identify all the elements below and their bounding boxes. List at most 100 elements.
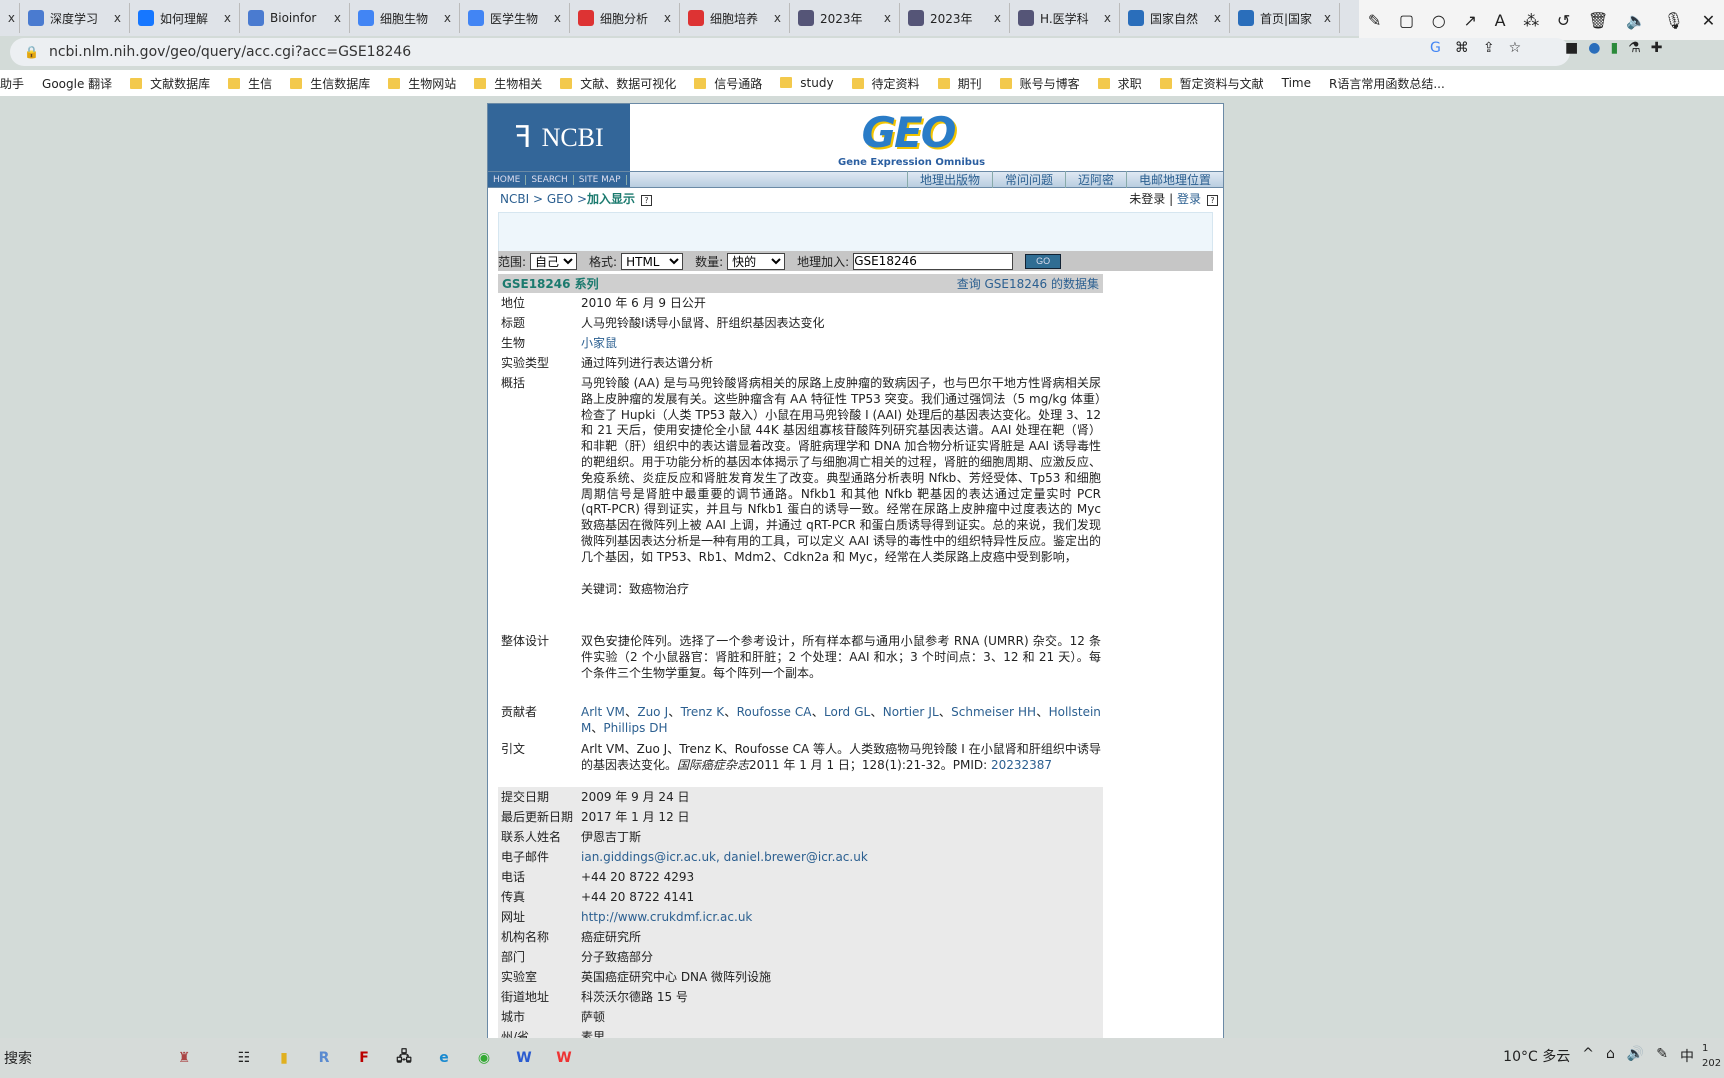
- organism-link[interactable]: 小家鼠: [581, 336, 1103, 352]
- amount-select[interactable]: 快的: [727, 252, 786, 270]
- format-select[interactable]: HTML: [621, 252, 684, 270]
- close-icon[interactable]: x: [774, 11, 781, 25]
- dataset-link[interactable]: 查询 GSE18246 的数据集: [957, 275, 1099, 292]
- contributor-link[interactable]: Trenz K: [681, 705, 724, 719]
- bookmark-item[interactable]: 生物相关: [474, 75, 542, 92]
- trash-icon[interactable]: 🗑: [1588, 11, 1608, 30]
- contributor-link[interactable]: Schmeiser HH: [951, 705, 1036, 719]
- close-icon[interactable]: x: [224, 11, 231, 25]
- close-icon[interactable]: x: [334, 11, 341, 25]
- url-text[interactable]: ncbi.nlm.nih.gov/geo/query/acc.cgi?acc=G…: [49, 44, 411, 60]
- ncbi-logo[interactable]: ꟻ NCBI: [488, 104, 630, 171]
- share-icon[interactable]: ⇪: [1483, 40, 1495, 56]
- tab[interactable]: 2023年 x: [790, 3, 900, 33]
- puzzle-icon[interactable]: ✚: [1651, 40, 1663, 56]
- tab[interactable]: 国家自然 x: [1120, 3, 1230, 33]
- translate-icon[interactable]: ⌘: [1455, 40, 1469, 56]
- edge-icon[interactable]: e: [424, 1038, 464, 1078]
- contributor-link[interactable]: Zuo J: [637, 705, 668, 719]
- bookmark-item[interactable]: R语言常用函数总结...: [1329, 75, 1445, 92]
- tab[interactable]: 如何理解 x: [130, 3, 240, 33]
- network-icon[interactable]: ⌂: [1606, 1046, 1615, 1066]
- circle-icon[interactable]: ○: [1432, 11, 1446, 30]
- login-link[interactable]: 登录: [1177, 192, 1201, 206]
- task-view-icon[interactable]: ☷: [224, 1038, 264, 1078]
- scope-select[interactable]: 自己: [530, 252, 578, 270]
- tab[interactable]: H.医学科 x: [1010, 3, 1120, 33]
- network-icon[interactable]: 🖧: [384, 1038, 424, 1078]
- bookmark-item[interactable]: 账号与博客: [1000, 75, 1080, 92]
- bookmark-item[interactable]: 期刊: [938, 75, 982, 92]
- weather[interactable]: 10°C 多云: [1503, 1046, 1570, 1066]
- crumb-geo[interactable]: GEO: [547, 192, 573, 206]
- tab[interactable]: 深度学习 x: [20, 3, 130, 33]
- bookmark-item[interactable]: 助手: [0, 75, 24, 92]
- bookmark-item[interactable]: 文献、数据可视化: [560, 75, 676, 92]
- word-icon[interactable]: W: [504, 1038, 544, 1078]
- close-icon[interactable]: x: [444, 11, 451, 25]
- bookmark-item[interactable]: 生物网站: [388, 75, 456, 92]
- volume-icon[interactable]: 🔊: [1627, 1046, 1644, 1066]
- bookmark-item[interactable]: 待定资料: [852, 75, 920, 92]
- close-icon[interactable]: ✕: [1702, 11, 1715, 30]
- nav-search[interactable]: SEARCH: [526, 174, 574, 185]
- google-icon[interactable]: G: [1430, 40, 1441, 56]
- nav-email[interactable]: 电邮地理位置: [1125, 171, 1223, 188]
- close-icon[interactable]: x: [1324, 11, 1331, 25]
- nav-sitemap[interactable]: SITE MAP: [574, 174, 627, 185]
- nav-home[interactable]: HOME: [488, 174, 527, 185]
- tab[interactable]: 细胞分析 x: [570, 3, 680, 33]
- tab[interactable]: 细胞生物 x: [350, 3, 460, 33]
- go-button[interactable]: GO: [1025, 253, 1062, 269]
- close-icon[interactable]: x: [994, 11, 1001, 25]
- ime-indicator[interactable]: 中: [1680, 1046, 1694, 1066]
- contributor-link[interactable]: Phillips DH: [603, 721, 667, 735]
- bookmark-item[interactable]: 文献数据库: [130, 75, 210, 92]
- file-explorer-icon[interactable]: ▮: [264, 1038, 304, 1078]
- extension-icon[interactable]: ●: [1588, 40, 1600, 56]
- contributor-link[interactable]: Nortier JL: [883, 705, 939, 719]
- address-bar[interactable]: 🔒 ncbi.nlm.nih.gov/geo/query/acc.cgi?acc=…: [10, 38, 1570, 66]
- taskbar-clock[interactable]: 1 202: [1702, 1041, 1724, 1071]
- pen-icon[interactable]: ✎: [1656, 1046, 1668, 1066]
- arrow-icon[interactable]: ↗: [1463, 11, 1476, 30]
- chrome-icon[interactable]: ◉: [464, 1038, 504, 1078]
- wps-icon[interactable]: W: [544, 1038, 584, 1078]
- bookmark-item[interactable]: Time: [1282, 76, 1311, 90]
- bookmark-item[interactable]: 生信数据库: [290, 75, 370, 92]
- geo-logo[interactable]: GEO Gene Expression Omnibus: [838, 108, 985, 168]
- help-icon[interactable]: ?: [641, 195, 653, 206]
- accession-input[interactable]: [853, 252, 1014, 270]
- chevron-up-icon[interactable]: ^: [1582, 1046, 1594, 1066]
- nav-miame[interactable]: 迈阿密: [1064, 171, 1126, 188]
- help-icon[interactable]: ?: [1207, 195, 1218, 206]
- search-box[interactable]: 搜索: [4, 1048, 144, 1068]
- undo-icon[interactable]: ↺: [1557, 11, 1570, 30]
- close-icon[interactable]: x: [664, 11, 671, 25]
- r-icon[interactable]: R: [304, 1038, 344, 1078]
- rectangle-icon[interactable]: ▢: [1399, 11, 1414, 30]
- tab[interactable]: Bioinfor x: [240, 3, 350, 33]
- crumb-ncbi[interactable]: NCBI: [500, 192, 529, 206]
- bookmark-item[interactable]: Google 翻译: [42, 75, 112, 92]
- extension-icon[interactable]: ▮: [1610, 40, 1618, 56]
- bookmark-item[interactable]: 生信: [228, 75, 272, 92]
- close-icon[interactable]: x: [114, 11, 121, 25]
- contributor-link[interactable]: Lord GL: [824, 705, 870, 719]
- star-icon[interactable]: ☆: [1509, 40, 1522, 56]
- bookmark-item[interactable]: 暂定资料与文献: [1160, 75, 1264, 92]
- castle-widget-icon[interactable]: ♜: [144, 1038, 224, 1078]
- tab[interactable]: 细胞培养 x: [680, 3, 790, 33]
- extension-icon[interactable]: ■: [1565, 40, 1578, 56]
- text-icon[interactable]: A: [1495, 11, 1506, 30]
- mic-icon[interactable]: 🎙: [1664, 11, 1684, 30]
- close-icon[interactable]: x: [554, 11, 561, 25]
- close-icon[interactable]: x: [1214, 11, 1221, 25]
- bookmark-item[interactable]: 信号通路: [694, 75, 762, 92]
- close-icon[interactable]: x: [1104, 11, 1111, 25]
- magic-icon[interactable]: ⁂: [1523, 11, 1539, 30]
- tab[interactable]: 2023年 x: [900, 3, 1010, 33]
- close-icon[interactable]: x: [884, 11, 891, 25]
- pmid-link[interactable]: 20232387: [991, 758, 1052, 772]
- tab[interactable]: 医学生物 x: [460, 3, 570, 33]
